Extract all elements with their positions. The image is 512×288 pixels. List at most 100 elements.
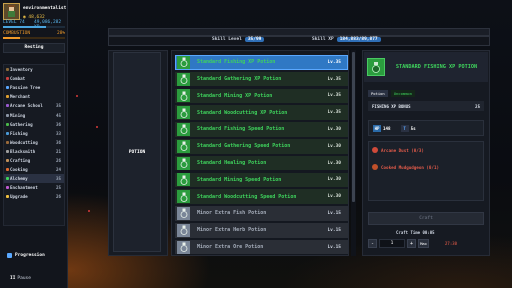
sidebar-item[interactable]: Crafting 26: [4, 156, 64, 165]
ingredient-label: Cooked Mudgudgeon (0/1): [381, 164, 439, 170]
nav-icon: [6, 177, 9, 181]
sidebar-item[interactable]: Upgrade 26: [4, 192, 64, 201]
top-bar: [108, 28, 490, 36]
qty-input[interactable]: 1: [379, 239, 405, 248]
potion-icon: [177, 89, 190, 103]
nav-level: 26: [55, 157, 61, 163]
recipe-name: Standard Woodcutting Speed Potion: [197, 193, 297, 200]
recipe-row[interactable]: Minor Extra Fish Potion Lv.15: [175, 206, 348, 221]
pause-button[interactable]: II Pause: [10, 276, 31, 281]
avatar[interactable]: [3, 3, 20, 20]
sidebar-item[interactable]: Merchant: [4, 92, 64, 101]
nav-label: Crafting: [10, 157, 31, 163]
recipe-name: Standard Mining Speed Potion: [197, 176, 282, 183]
recipe-name: Standard Woodcutting XP Potion: [197, 109, 288, 116]
sidebar-item[interactable]: Cooking 24: [4, 165, 64, 174]
progression-button[interactable]: Progression: [3, 250, 65, 260]
sidebar-item[interactable]: Fishing 33: [4, 129, 64, 138]
nav-icon: [6, 158, 9, 162]
recipe-row[interactable]: Standard Fishing XP Potion Lv.35: [175, 55, 348, 70]
resting-button[interactable]: Resting: [3, 43, 65, 53]
nav-label: Upgrade: [10, 194, 28, 200]
stats-box: HP 148 T 5s: [368, 120, 484, 136]
nav-label: Blacksmith: [10, 148, 36, 154]
bonus-row: FISHING XP BONUS 25: [368, 101, 484, 111]
sidebar-item[interactable]: Mining 45: [4, 110, 64, 119]
potion-icon: [177, 206, 190, 220]
username: environmentalist: [23, 6, 67, 11]
ingredients-box: Arcane Dust (0/3) Cooked Mudgudgeon (0/1…: [368, 141, 484, 201]
recipe-name: Minor Extra Herb Potion: [197, 227, 267, 234]
recipe-row[interactable]: Minor Extra Herb Potion Lv.15: [175, 223, 348, 238]
nav-label: Woodcutting: [10, 139, 38, 145]
skill-xp: Skill XP 184,883/89,877: [312, 37, 381, 42]
recipe-row[interactable]: Standard Gathering Speed Potion Lv.30: [175, 139, 348, 154]
nav-label: Fishing: [10, 130, 28, 136]
skill-bar: [108, 36, 490, 46]
craft-button[interactable]: Craft: [368, 212, 484, 225]
recipe-name: Minor Extra Fish Potion: [197, 210, 267, 217]
xp-bar: [3, 26, 65, 28]
recipe-row[interactable]: Minor Extra Ore Potion Lv.15: [175, 239, 348, 255]
recipe-row[interactable]: Standard Mining XP Potion Lv.35: [175, 88, 348, 104]
recipe-row[interactable]: Standard Healing Potion Lv.30: [175, 155, 348, 171]
nav-level: 35: [55, 103, 61, 109]
sidebar-item[interactable]: Inventory: [4, 65, 64, 74]
player-level: LEVEL 74: [3, 20, 25, 25]
potion-icon: [177, 156, 190, 170]
nav-icon: [6, 195, 9, 199]
time-value: 5s: [410, 125, 416, 131]
sidebar-item[interactable]: Enchantment 25: [4, 183, 64, 192]
hp-value: 148: [383, 125, 391, 131]
recipe-name: Standard Gathering XP Potion: [197, 76, 282, 83]
recipe-row[interactable]: Standard Gathering XP Potion Lv.35: [175, 71, 348, 87]
pause-icon: II: [10, 276, 16, 281]
skill-level-value: 35/99: [244, 37, 265, 42]
sidebar-item[interactable]: Gathering 36: [4, 120, 64, 129]
nav-level: 36: [55, 139, 61, 145]
nav-icon: [6, 104, 9, 108]
recipe-scrollbar[interactable]: [351, 50, 356, 256]
potion-icon: [177, 122, 190, 136]
recipe-row[interactable]: Standard Woodcutting XP Potion Lv.35: [175, 105, 348, 120]
recipe-level: Lv.15: [327, 227, 341, 233]
recipe-row[interactable]: Standard Mining Speed Potion Lv.30: [175, 172, 348, 188]
recipe-name: Standard Gathering Speed Potion: [197, 143, 291, 150]
category-potion-button[interactable]: POTION: [113, 52, 161, 252]
nav-level: 35: [55, 176, 61, 182]
sidebar-item[interactable]: Combat: [4, 74, 64, 83]
sidebar-item[interactable]: Woodcutting 36: [4, 138, 64, 147]
recipe-level: Lv.30: [327, 126, 341, 132]
nav-icon: [6, 140, 9, 144]
category-label: POTION: [128, 149, 146, 155]
quantity-row: - 1 + Max 27:30: [368, 238, 484, 249]
sidebar-item[interactable]: Arcane School 35: [4, 101, 64, 110]
hp-badge: HP: [373, 124, 381, 132]
qty-plus-button[interactable]: +: [407, 239, 416, 248]
recipe-name: Standard Mining XP Potion: [197, 92, 273, 99]
hp-stat: HP 148: [373, 124, 391, 132]
player-xp: 49,086,282 XP: [34, 20, 62, 30]
nav-icon: [6, 86, 9, 90]
sidebar-item[interactable]: Alchemy 35: [4, 174, 64, 184]
recipe-level: Lv.15: [327, 210, 341, 216]
qty-minus-button[interactable]: -: [368, 239, 377, 248]
recipe-row[interactable]: Standard Fishing Speed Potion Lv.30: [175, 122, 348, 137]
fish-icon: [372, 164, 378, 170]
potion-icon: [177, 223, 190, 237]
nav-label: Gathering: [10, 121, 33, 127]
tab-rarity[interactable]: Uncommon: [390, 90, 416, 97]
detail-tabs: Potion Uncommon: [368, 90, 416, 97]
nav-label: Mining: [10, 112, 26, 118]
nav-label: Enchantment: [10, 185, 38, 191]
sidebar-item[interactable]: Blacksmith 21: [4, 147, 64, 156]
nav-list: Inventory Combat Passive Tree Merchant Arcan…: [3, 64, 65, 226]
recipe-row[interactable]: Standard Woodcutting Speed Potion Lv.30: [175, 189, 348, 204]
scrollbar-thumb[interactable]: [352, 52, 355, 202]
qty-max-button[interactable]: Max: [418, 239, 429, 248]
nav-icon: [6, 68, 9, 72]
tab-potion[interactable]: Potion: [368, 90, 388, 97]
nav-level: 24: [55, 167, 61, 173]
sidebar-item[interactable]: Passive Tree: [4, 83, 64, 92]
detail-header: STANDARD FISHING XP POTION: [364, 52, 488, 82]
